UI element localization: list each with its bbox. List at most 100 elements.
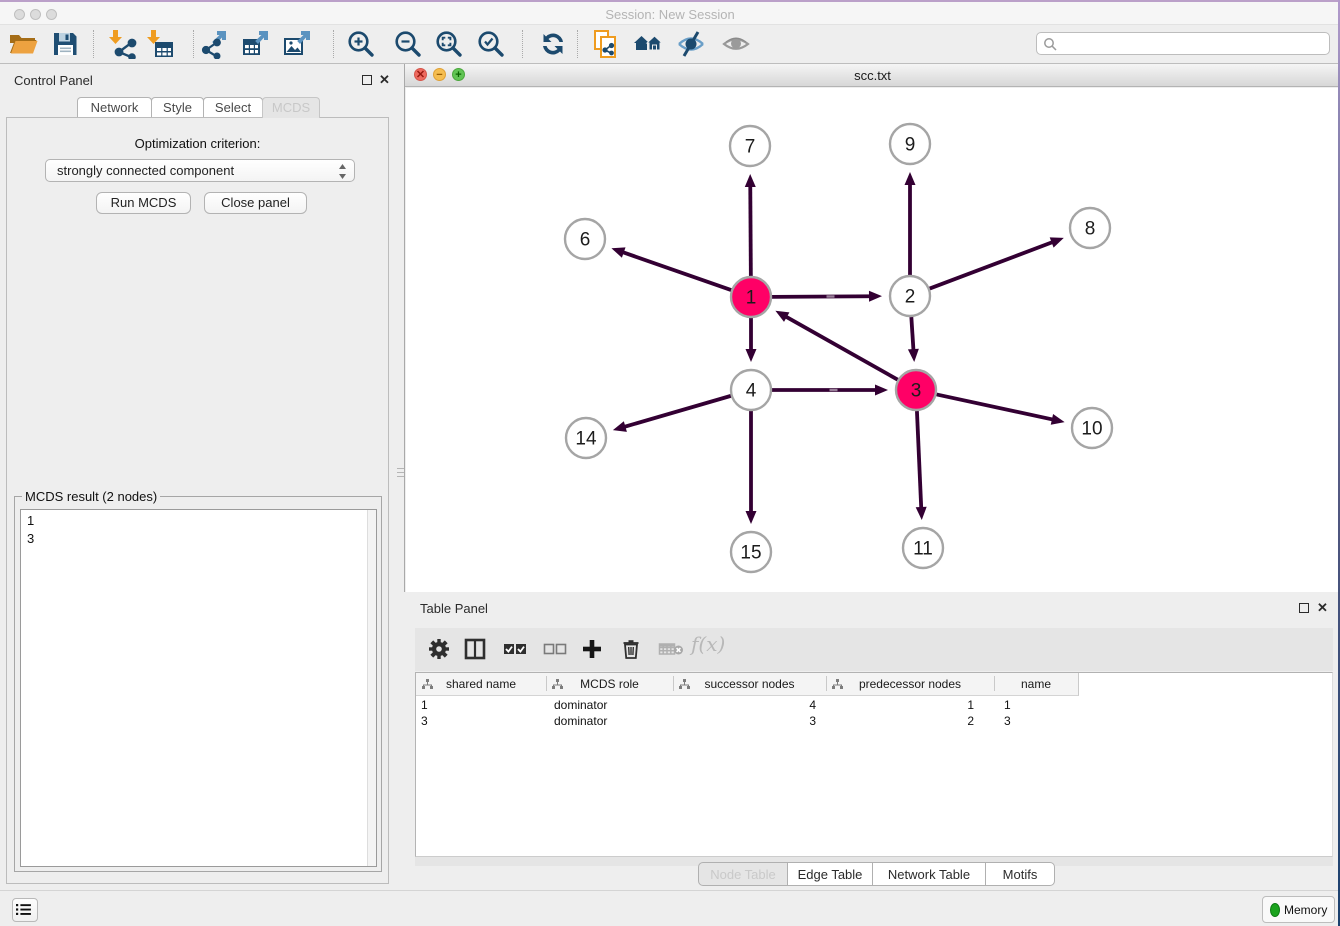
gear-icon[interactable] bbox=[428, 638, 450, 665]
tab-network[interactable]: Network bbox=[77, 97, 152, 118]
edge-1-2[interactable] bbox=[772, 296, 874, 297]
zoom-in-icon[interactable] bbox=[346, 29, 376, 59]
edge-arrowhead bbox=[905, 172, 916, 185]
run-mcds-button[interactable]: Run MCDS bbox=[96, 192, 191, 214]
column-header-label: shared name bbox=[416, 677, 546, 691]
zoom-selected-icon[interactable] bbox=[476, 29, 506, 59]
export-table-icon[interactable] bbox=[241, 29, 271, 59]
tab-node-table[interactable]: Node Table bbox=[698, 862, 788, 886]
table-row[interactable]: 1dominator411 bbox=[416, 697, 1079, 712]
toolbar-separator bbox=[522, 30, 523, 58]
toolbar-separator bbox=[193, 30, 194, 58]
edge-3-10[interactable] bbox=[937, 394, 1057, 420]
export-image-icon[interactable] bbox=[283, 29, 313, 59]
add-row-icon[interactable] bbox=[581, 638, 603, 665]
table-cell: 3 bbox=[673, 714, 816, 728]
select-stepper-icon bbox=[338, 163, 347, 180]
tab-network-table[interactable]: Network Table bbox=[872, 862, 986, 886]
table-panel-float-icon[interactable] bbox=[1299, 603, 1309, 613]
memory-button-label: Memory bbox=[1284, 903, 1327, 917]
import-table-icon[interactable] bbox=[145, 29, 175, 59]
save-icon[interactable] bbox=[50, 29, 80, 59]
edge-2-8[interactable] bbox=[930, 241, 1057, 289]
tab-edge-table[interactable]: Edge Table bbox=[787, 862, 873, 886]
table-cell: dominator bbox=[554, 714, 607, 728]
control-panel-title: Control Panel bbox=[14, 73, 93, 88]
table-toolbar: f(x) bbox=[415, 628, 1333, 671]
mcds-result-values: 1 3 bbox=[27, 512, 34, 548]
network-graph: 1234678910111415 bbox=[406, 88, 1340, 592]
memory-button[interactable]: Memory bbox=[1262, 896, 1335, 923]
mcds-result-title: MCDS result (2 nodes) bbox=[22, 489, 160, 504]
copy-document-icon[interactable] bbox=[591, 29, 621, 59]
home-icon[interactable] bbox=[633, 29, 663, 59]
network-canvas[interactable]: 1234678910111415 bbox=[406, 88, 1340, 592]
deselect-all-icon[interactable] bbox=[543, 638, 567, 665]
graph-node-label: 9 bbox=[905, 135, 916, 156]
tab-mcds[interactable]: MCDS bbox=[262, 97, 320, 118]
hide-graphics-icon[interactable] bbox=[676, 29, 706, 59]
table-cell: dominator bbox=[554, 698, 607, 712]
refresh-icon[interactable] bbox=[538, 29, 568, 59]
mcds-result-area[interactable]: 1 3 bbox=[20, 509, 377, 867]
graph-node-label: 4 bbox=[746, 381, 757, 402]
memory-status-icon bbox=[1270, 903, 1280, 917]
edge-arrowhead bbox=[869, 291, 882, 302]
close-panel-button[interactable]: Close panel bbox=[204, 192, 307, 214]
table-panel-close-icon[interactable]: ✕ bbox=[1317, 602, 1328, 613]
column-header-successor-nodes[interactable]: successor nodes bbox=[673, 673, 826, 696]
column-header-name[interactable]: name bbox=[994, 673, 1079, 696]
network-window: ✕ − + scc.txt 1234678910111415 bbox=[404, 64, 1340, 592]
edge-arrowhead bbox=[745, 174, 756, 187]
edge-arrowhead bbox=[1051, 414, 1065, 425]
select-all-icon[interactable] bbox=[503, 638, 527, 665]
column-header-predecessor-nodes[interactable]: predecessor nodes bbox=[826, 673, 994, 696]
graph-node-label: 11 bbox=[913, 539, 933, 560]
export-network-icon[interactable] bbox=[200, 29, 230, 59]
graph-node-label: 1 bbox=[746, 288, 757, 309]
delete-table-icon[interactable] bbox=[658, 638, 684, 665]
edge-1-7[interactable] bbox=[750, 182, 751, 276]
edge-arrowhead bbox=[875, 385, 888, 396]
control-panel-float-icon[interactable] bbox=[362, 75, 372, 85]
table-cell: 2 bbox=[826, 714, 974, 728]
edge-arrowhead bbox=[916, 507, 927, 520]
mcds-result-group: MCDS result (2 nodes) 1 3 bbox=[14, 496, 382, 872]
task-history-button[interactable] bbox=[12, 898, 38, 922]
column-header-shared-name[interactable]: shared name bbox=[416, 673, 546, 696]
graph-node-label: 8 bbox=[1085, 219, 1096, 240]
node-table[interactable]: shared nameMCDS rolesuccessor nodesprede… bbox=[415, 672, 1333, 857]
control-panel-close-icon[interactable]: ✕ bbox=[379, 74, 390, 85]
network-window-titlebar: ✕ − + scc.txt bbox=[405, 64, 1340, 87]
table-row[interactable]: 3dominator323 bbox=[416, 713, 1079, 728]
tab-motifs[interactable]: Motifs bbox=[985, 862, 1055, 886]
network-window-title: scc.txt bbox=[405, 68, 1340, 83]
table-cell: 1 bbox=[826, 698, 974, 712]
delete-row-icon[interactable] bbox=[620, 638, 642, 665]
edge-4-14[interactable] bbox=[620, 396, 730, 428]
edge-3-11[interactable] bbox=[917, 411, 921, 512]
tab-select[interactable]: Select bbox=[203, 97, 263, 118]
graph-node-label: 14 bbox=[575, 429, 597, 450]
columns-icon[interactable] bbox=[464, 638, 486, 665]
toolbar-separator bbox=[333, 30, 334, 58]
edge-3-1[interactable] bbox=[782, 315, 898, 380]
tab-style[interactable]: Style bbox=[151, 97, 204, 118]
window-title: Session: New Session bbox=[0, 7, 1340, 22]
import-network-icon[interactable] bbox=[107, 29, 137, 59]
search-input[interactable] bbox=[1036, 32, 1330, 55]
zoom-fit-icon[interactable] bbox=[434, 29, 464, 59]
open-icon[interactable] bbox=[8, 29, 38, 59]
show-graphics-icon[interactable] bbox=[721, 29, 751, 59]
function-icon[interactable]: f(x) bbox=[691, 632, 725, 656]
mcds-panel: Optimization criterion: strongly connect… bbox=[6, 117, 389, 884]
column-header-MCDS-role[interactable]: MCDS role bbox=[546, 673, 673, 696]
result-scrollbar[interactable] bbox=[367, 510, 376, 866]
table-panel-title: Table Panel bbox=[420, 601, 488, 616]
edge-1-6[interactable] bbox=[619, 251, 731, 290]
criterion-select[interactable]: strongly connected component bbox=[45, 159, 355, 182]
edge-2-3[interactable] bbox=[911, 317, 913, 354]
table-cell: 4 bbox=[673, 698, 816, 712]
zoom-out-icon[interactable] bbox=[393, 29, 423, 59]
edge-arrowhead bbox=[611, 247, 625, 257]
